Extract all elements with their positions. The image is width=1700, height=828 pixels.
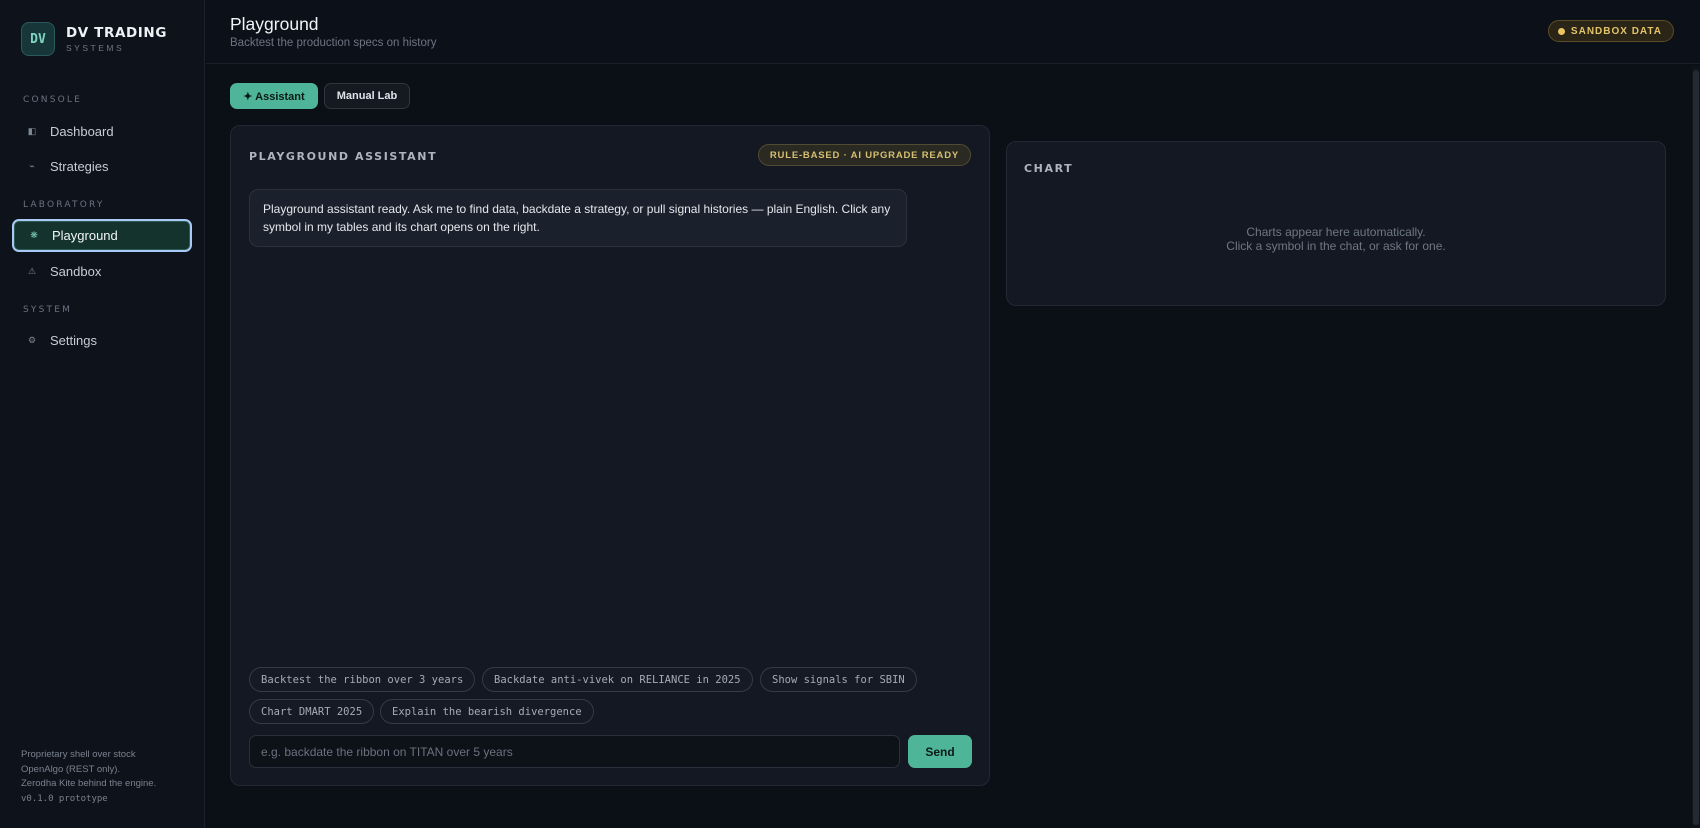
sidebar-item-settings[interactable]: ⚙ Settings xyxy=(12,324,192,357)
chart-panel-title: CHART xyxy=(1024,162,1074,175)
rule-based-badge: RULE-BASED · AI UPGRADE READY xyxy=(757,144,971,166)
dashboard-icon: ◧ xyxy=(27,126,37,136)
sandbox-badge-label: SANDBOX DATA xyxy=(1570,25,1662,37)
chat-input[interactable] xyxy=(249,735,900,768)
page-header: Playground Backtest the production specs… xyxy=(206,0,1700,64)
chart-empty-line: Click a symbol in the chat, or ask for o… xyxy=(1226,239,1446,253)
settings-icon: ⚙ xyxy=(27,335,37,345)
version-label: v0.1.0 prototype xyxy=(21,793,108,804)
page-subtitle: Backtest the production specs on history xyxy=(230,37,437,49)
sandbox-icon: ⚠ xyxy=(27,266,37,276)
sidebar-item-sandbox[interactable]: ⚠ Sandbox xyxy=(12,255,192,288)
sidebar-item-playground[interactable]: ❋ Playground xyxy=(12,219,192,252)
footer-line: Proprietary shell over stock xyxy=(21,749,136,760)
sandbox-data-badge: SANDBOX DATA xyxy=(1547,20,1674,42)
sidebar-item-label: Dashboard xyxy=(50,124,114,139)
playground-icon: ❋ xyxy=(30,230,38,240)
chart-panel: CHART Charts appear here automatically. … xyxy=(1006,141,1666,306)
sidebar-item-dashboard[interactable]: ◧ Dashboard xyxy=(12,115,192,148)
assistant-panel: PLAYGROUND ASSISTANT RULE-BASED · AI UPG… xyxy=(230,125,990,786)
chart-empty-state: Charts appear here automatically. Click … xyxy=(1007,225,1665,253)
tab-manual-lab[interactable]: Manual Lab xyxy=(324,83,410,109)
sidebar-item-label: Playground xyxy=(52,228,118,243)
scrollbar-thumb[interactable] xyxy=(1693,70,1699,825)
suggestion-chip[interactable]: Explain the bearish divergence xyxy=(380,699,594,724)
nav-section-laboratory: LABORATORY xyxy=(23,200,105,210)
nav-section-console: CONSOLE xyxy=(23,95,82,105)
status-dot-icon xyxy=(1557,27,1565,35)
assistant-panel-title: PLAYGROUND ASSISTANT xyxy=(249,150,438,163)
brand-name: DV TRADING xyxy=(66,25,168,41)
nav-section-system: SYSTEM xyxy=(23,305,73,315)
assistant-message: Playground assistant ready. Ask me to fi… xyxy=(249,189,907,247)
brand-logo: DV xyxy=(21,22,55,56)
brand[interactable]: DV DV TRADING SYSTEMS xyxy=(21,22,167,56)
sidebar: DV DV TRADING SYSTEMS CONSOLE ◧ Dashboar… xyxy=(0,0,205,828)
sidebar-item-label: Strategies xyxy=(50,159,109,174)
page-title: Playground xyxy=(230,14,319,34)
sidebar-item-label: Sandbox xyxy=(50,264,102,279)
sidebar-footer: Proprietary shell over stock OpenAlgo (R… xyxy=(21,748,156,806)
sidebar-item-label: Settings xyxy=(50,333,97,348)
strategies-icon: ⌁ xyxy=(29,161,35,171)
chart-empty-line: Charts appear here automatically. xyxy=(1246,225,1426,239)
suggestion-chip[interactable]: Backtest the ribbon over 3 years xyxy=(249,667,476,692)
suggestion-chip[interactable]: Backdate anti-vivek on RELIANCE in 2025 xyxy=(482,667,753,692)
footer-line: OpenAlgo (REST only). xyxy=(21,763,121,775)
tab-assistant[interactable]: ✦ Assistant xyxy=(230,83,318,109)
suggestion-chip[interactable]: Chart DMART 2025 xyxy=(249,699,375,724)
footer-line: Zerodha Kite behind the engine. xyxy=(21,778,157,789)
brand-subtitle: SYSTEMS xyxy=(66,43,125,53)
sidebar-item-strategies[interactable]: ⌁ Strategies xyxy=(12,150,192,183)
suggestion-chip[interactable]: Show signals for SBIN xyxy=(760,667,917,692)
send-button[interactable]: Send xyxy=(908,735,972,768)
